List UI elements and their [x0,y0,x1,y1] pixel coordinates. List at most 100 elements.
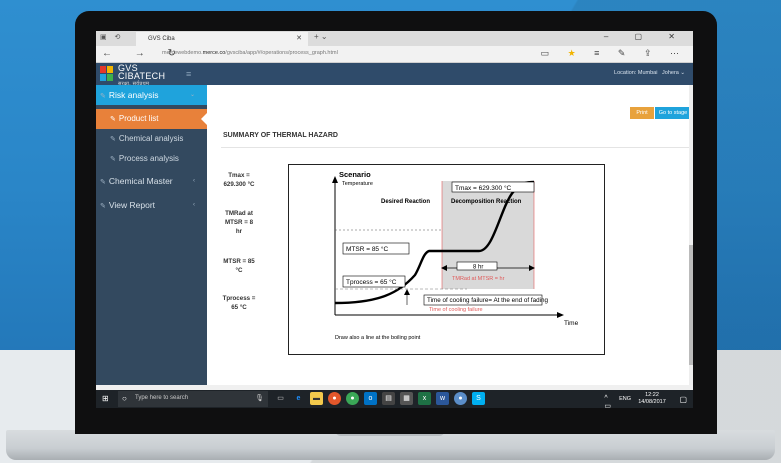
chevron-down-icon: ⌄ [189,92,195,98]
thermal-hazard-diagram: Tmax = 629.300 °C MTSR = 85 °C Tprocess … [332,170,579,341]
user-name[interactable]: Johera [662,70,679,76]
stat-tprocess: Tprocess = 65 °C [209,294,269,312]
app-header: GVS CIBATECH सुरक्षा, सर्वप्रथम ≡ Locati… [96,63,693,87]
chrome-icon[interactable]: ● [346,392,359,405]
print-button[interactable]: Print [630,107,654,119]
wrench-icon: ✎ [110,116,116,123]
stat-tmrad: TMRad at MTSR = 8 hr [209,209,269,236]
taskbar-search[interactable]: ○ Type here to search 🎙 [118,391,268,407]
firefox-icon[interactable]: ● [328,392,341,405]
footnote: Draw also a line at the boiling point [335,335,421,341]
go-to-stage-button[interactable]: Go to stage [655,107,691,119]
url-prefix: mercewebdemo. [162,50,203,56]
tab-title: GVS Ciba [148,36,175,42]
tmrad-label: TMRad at MTSR = hr [452,276,505,282]
excel-icon[interactable]: x [418,392,431,405]
sidebar-item-label: Chemical Master [108,176,173,186]
tprocess-box-label: Tprocess = 65 °C [346,278,397,286]
thermal-hazard-figure: Tmax = 629.300 °C MTSR = 85 °C Tprocess … [288,164,605,355]
scroll-thumb[interactable] [689,245,693,365]
clock-time: 12:22 [645,392,659,398]
clock[interactable]: 12:22 14/08/2017 [637,392,667,406]
wrench-icon: ✎ [100,203,106,210]
url-domain: merce.co [202,50,226,56]
stat-line: °C [235,267,243,274]
url-field[interactable]: mercewebdemo.merce.co/gvsciba/app/#/oper… [162,50,338,56]
language-indicator[interactable]: ENG [619,396,631,402]
page-title: SUMMARY OF THERMAL HAZARD [223,132,338,139]
taskbar: ⊞ ○ Type here to search 🎙 ▭ e ▬ ● ● o ▤ … [96,390,693,408]
vertical-scrollbar[interactable] [689,85,693,385]
sidebar-item-chemical-analysis[interactable]: ✎ Chemical analysis [96,129,207,149]
store-icon[interactable]: ▤ [382,392,395,405]
tray-icons[interactable]: ^ ▭ ◂ [604,395,613,408]
sidebar: ✎ Risk analysis ⌄ ✎ Product list ✎ Chemical… [96,85,207,385]
hr-box-label: 8 hr [473,265,483,271]
desired-reaction-text: Desired Reaction [381,199,430,205]
stat-line: MTSR = 85 [223,258,255,265]
tmax-box-label: Tmax = 629.300 °C [455,184,512,192]
stat-line: Tmax = [228,172,250,179]
file-explorer-icon[interactable]: ▬ [310,392,323,405]
clock-date: 14/08/2017 [638,399,666,405]
cooling-failure-red-label: Time of cooling failure [429,307,483,313]
favorite-star-icon[interactable]: ★ [568,48,584,58]
task-view-icon[interactable]: ▭ [274,392,287,405]
app-icon[interactable]: ● [454,392,467,405]
tab-manager-icons[interactable]: ▣ ⟲ [100,33,123,41]
wrench-icon: ✎ [100,93,106,100]
address-bar: ← → ↻ mercewebdemo.merce.co/gvsciba/app/… [96,46,693,63]
browser-toolbar-icons[interactable]: ▭ ★ ≡ ✎ ⇪ ⋯ [541,48,687,59]
stat-line: hr [235,228,243,235]
x-axis-arrow [557,312,564,318]
sidebar-item-label: Product list [118,114,159,123]
notification-icon[interactable]: ▢ [679,395,687,404]
sidebar-item-product-list[interactable]: ✎ Product list [96,109,207,129]
close-icon[interactable]: ✕ [296,32,302,46]
decomposition-reaction-label: Decomposition Reaction [451,199,522,205]
sidebar-item-view-report[interactable]: ✎ View Report ‹ [96,195,207,215]
window-controls[interactable]: – ▢ ✕ [604,32,687,41]
cooling-failure-label: Time of cooling failure= At the end of f… [427,297,549,304]
chevron-left-icon: ‹ [193,178,195,184]
mtsr-box-label: MTSR = 85 °C [346,245,388,253]
sidebar-item-risk-analysis[interactable]: ✎ Risk analysis ⌄ [96,85,207,105]
sidebar-item-chemical-master[interactable]: ✎ Chemical Master ‹ [96,171,207,191]
time-axis-label: Time [564,320,579,327]
laptop-screen: ▣ ⟲ GVS Ciba ✕ + ⌄ – ▢ ✕ ← → ↻ mercewebd… [96,31,693,408]
sidebar-item-label: Risk analysis [108,90,159,100]
skype-icon[interactable]: S [472,392,485,405]
menu-toggle-icon[interactable]: ≡ [186,69,191,79]
temperature-label: Temperature [342,181,373,187]
sidebar-item-label: Process analysis [118,154,179,163]
stat-line: 65 °C [231,304,247,311]
scenario-label: Scenario [339,170,371,179]
sidebar-item-label: Chemical analysis [118,134,184,143]
wrench-icon: ✎ [110,136,116,143]
logo-line2: CIBATECH [118,71,166,81]
new-tab-icon[interactable]: + ⌄ [314,32,328,41]
browser-tabbar: ▣ ⟲ GVS Ciba ✕ + ⌄ – ▢ ✕ [96,31,693,46]
sidebar-item-label: View Report [108,200,156,210]
stat-mtsr: MTSR = 85 °C [209,257,269,275]
chevron-left-icon: ‹ [193,202,195,208]
calculator-icon[interactable]: ▦ [400,392,413,405]
stat-line: MTSR = 8 [224,219,254,226]
stat-line: Tprocess = [222,295,256,302]
cortana-icon: ○ [122,394,127,403]
url-path: /gvsciba/app/#/operations/process_graph.… [225,50,338,56]
header-user-area[interactable]: Location: Mumbai Johera ⌄ [614,70,685,76]
browser-tab[interactable]: GVS Ciba ✕ [136,32,308,46]
mic-icon[interactable]: 🎙 [255,394,264,402]
windows-start-icon[interactable]: ⊞ [102,394,109,403]
edge-icon[interactable]: e [292,392,305,405]
decomposition-zone [442,181,534,289]
search-placeholder: Type here to search [135,395,189,401]
word-icon[interactable]: w [436,392,449,405]
wrench-icon: ✎ [100,179,106,186]
stat-tmax: Tmax = 629.300 °C [209,171,269,189]
wrench-icon: ✎ [110,156,116,163]
sidebar-item-process-analysis[interactable]: ✎ Process analysis [96,149,207,169]
pointer-arrow [404,289,410,295]
outlook-icon[interactable]: o [364,392,377,405]
